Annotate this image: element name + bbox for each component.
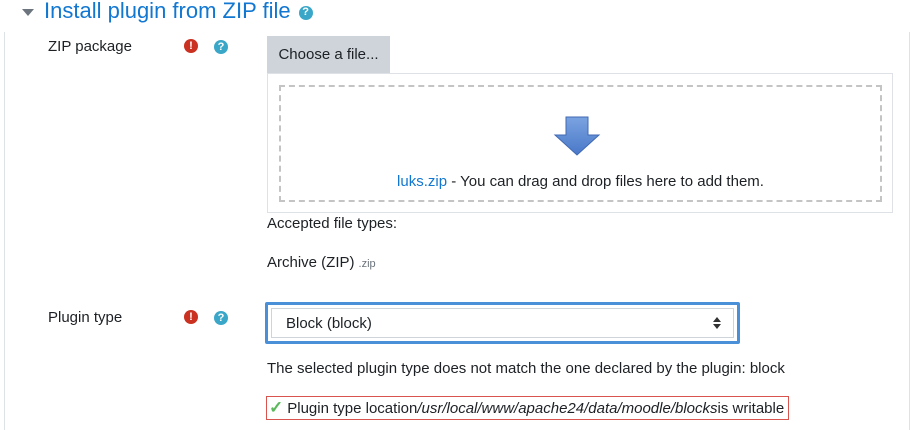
accepted-types-heading: Accepted file types:	[267, 215, 398, 232]
plugin-type-label: Plugin type	[48, 309, 123, 326]
uploaded-file-link[interactable]: luks.zip	[397, 173, 447, 190]
accepted-type-name: Archive (ZIP)	[267, 254, 355, 271]
plugin-location-status: ✓ Plugin type location /usr/local/www/ap…	[266, 396, 790, 420]
section-legend[interactable]: Install plugin from ZIP file ?	[22, 0, 313, 24]
exclamation-circle-icon: !	[184, 39, 198, 53]
accepted-type-ext: .zip	[358, 258, 376, 270]
file-picker-container: luks.zip - You can drag and drop files h…	[267, 73, 893, 213]
drop-instructions: luks.zip - You can drag and drop files h…	[281, 173, 880, 190]
exclamation-circle-icon: !	[184, 310, 198, 324]
plugin-type-selected-value: Block (block)	[286, 314, 372, 332]
question-circle-icon[interactable]: ?	[214, 40, 228, 54]
select-arrows-icon	[713, 317, 721, 329]
accepted-type-item: Archive (ZIP) .zip	[267, 254, 376, 271]
file-dropzone[interactable]: luks.zip - You can drag and drop files h…	[279, 85, 882, 202]
location-suffix: is writable	[717, 399, 785, 417]
plugin-type-select-inner[interactable]: Block (block)	[271, 308, 734, 338]
choose-file-button[interactable]: Choose a file...	[267, 36, 390, 73]
check-icon: ✓	[269, 398, 284, 417]
location-prefix: Plugin type location	[287, 399, 418, 417]
caret-down-icon[interactable]	[22, 8, 34, 16]
down-arrow-icon	[553, 116, 601, 156]
location-path: /usr/local/www/apache24/data/moodle/bloc…	[417, 399, 718, 417]
plugin-type-select[interactable]: Block (block)	[265, 302, 740, 344]
zip-package-label: ZIP package	[48, 38, 132, 55]
question-circle-icon[interactable]: ?	[298, 5, 313, 20]
plugin-type-mismatch-message: The selected plugin type does not match …	[267, 360, 785, 377]
question-circle-icon[interactable]: ?	[214, 311, 228, 325]
section-title[interactable]: Install plugin from ZIP file	[44, 0, 291, 24]
drop-hint-text: - You can drag and drop files here to ad…	[447, 173, 764, 190]
